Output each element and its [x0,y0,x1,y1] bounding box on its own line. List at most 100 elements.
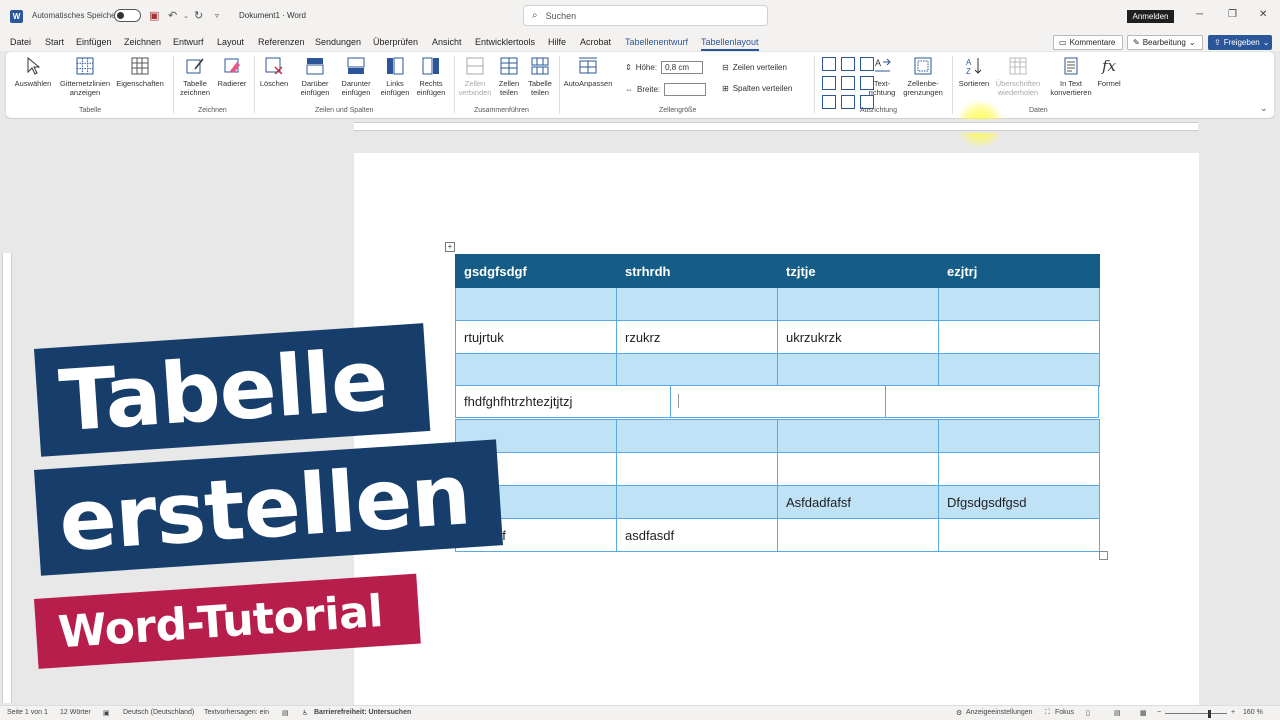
display-settings[interactable]: Anzeigeeinstellungen [966,709,1033,716]
focus-mode[interactable]: Fokus [1055,709,1074,716]
redo-icon[interactable]: ↻ [194,9,203,22]
distribute-cols-button[interactable]: ⊞ Spalten verteilen [722,84,792,93]
table-cell[interactable] [777,287,939,321]
signin-button[interactable]: Anmelden [1127,10,1174,23]
tab-insert[interactable]: Einfügen [76,37,112,47]
zoom-level[interactable]: 160 % [1243,709,1263,716]
table-cell[interactable]: Asfdadfafsf [777,485,939,519]
align-bottom-center-icon[interactable] [841,95,855,109]
autosave-toggle[interactable] [114,9,141,22]
split-cells-button[interactable]: Zellen teilen [494,56,524,97]
text-direction-button[interactable]: A Text-richtung [864,56,900,97]
tab-references[interactable]: Referenzen [258,37,305,47]
cell-margins-button[interactable]: Zellenbe-grenzungen [900,56,946,97]
insert-right-button[interactable]: Rechts einfügen [412,56,450,97]
table-cell[interactable] [616,353,778,387]
table-cell[interactable] [938,353,1100,387]
table-cell[interactable]: fhdfghfhtrzhtezjtjtzj [456,386,670,417]
collapse-ribbon-icon[interactable]: ⌄ [1260,103,1268,114]
tab-draw[interactable]: Zeichnen [124,37,161,47]
tab-table-design[interactable]: Tabellenentwurf [625,37,688,47]
table-cell[interactable] [671,386,885,417]
tab-view[interactable]: Ansicht [432,37,462,47]
maximize-icon[interactable]: ❐ [1228,9,1237,20]
text-predictions-status[interactable]: Textvorhersagen: ein [204,709,269,716]
comments-button[interactable]: ▭ Kommentare [1053,35,1123,50]
table-cell[interactable]: ukrzukrzk [777,320,939,354]
table-cell[interactable] [777,452,939,486]
zoom-in-icon[interactable]: + [1231,709,1235,716]
autofit-button[interactable]: AutoAnpassen [562,56,614,88]
delete-button[interactable]: Löschen [257,56,291,88]
zoom-slider[interactable] [1165,713,1227,714]
table-move-handle-icon[interactable]: + [445,242,455,252]
table-cell[interactable] [938,419,1100,453]
table-cell[interactable] [777,419,939,453]
table-cell[interactable]: rtujrtuk [455,320,617,354]
language-status[interactable]: Deutsch (Deutschland) [123,709,194,716]
web-layout-icon[interactable]: ▦ [1140,709,1147,717]
share-button[interactable]: ⇪ Freigeben ⌄ [1208,35,1272,50]
align-middle-left-icon[interactable] [822,76,836,90]
vertical-ruler[interactable] [2,253,12,703]
convert-to-text-button[interactable]: In Text konvertieren [1046,56,1096,97]
align-bottom-left-icon[interactable] [822,95,836,109]
read-mode-icon[interactable]: ▯ [1086,709,1090,717]
tab-layout[interactable]: Layout [217,37,244,47]
align-top-left-icon[interactable] [822,57,836,71]
table-cell[interactable] [938,287,1100,321]
eraser-button[interactable]: Radierer [214,56,250,88]
height-input[interactable]: 0,8 cm [661,61,704,74]
tab-review[interactable]: Überprüfen [373,37,418,47]
tab-developer[interactable]: Entwicklertools [475,37,535,47]
table-cell[interactable]: rzukrz [616,320,778,354]
gridlines-button[interactable]: Gitternetzlinien anzeigen [56,56,114,97]
table-cell[interactable] [616,485,778,519]
table-cell[interactable]: Dfgsdgsdfgsd [938,485,1100,519]
macro-icon[interactable]: ▤ [282,709,289,717]
insert-left-button[interactable]: Links einfügen [378,56,412,97]
merge-cells-button[interactable]: Zellen verbinden [458,56,492,97]
page-count[interactable]: Seite 1 von 1 [7,709,48,716]
table-cell[interactable]: asdfasdf [616,518,778,552]
table-header-cell[interactable]: ezjtrj [938,254,1100,288]
insert-above-button[interactable]: Darüber einfügen [297,56,333,97]
repeat-headers-button[interactable]: Überschriften wiederholen [992,56,1044,97]
table-cell[interactable] [616,419,778,453]
width-input[interactable] [664,83,707,96]
minimize-icon[interactable]: ─ [1196,9,1203,20]
formula-button[interactable]: fx Formel [1096,56,1122,88]
table-cell[interactable] [777,353,939,387]
tab-table-layout[interactable]: Tabellenlayout [701,37,759,51]
tab-help[interactable]: Hilfe [548,37,566,47]
save-icon[interactable]: ▣ [149,9,159,22]
properties-button[interactable]: Eigenschaften [114,56,166,88]
proofing-icon[interactable]: ▣ [103,709,110,717]
table-cell[interactable] [616,452,778,486]
table-cell[interactable] [886,386,1098,417]
close-icon[interactable]: ✕ [1259,9,1267,20]
align-middle-center-icon[interactable] [841,76,855,90]
search-box[interactable]: ⌕ Suchen [523,5,768,26]
table-header-cell[interactable]: strhrdh [616,254,778,288]
table-cell[interactable] [938,518,1100,552]
word-count[interactable]: 12 Wörter [60,709,91,716]
zoom-out-icon[interactable]: − [1157,709,1161,716]
split-table-button[interactable]: Tabelle teilen [524,56,556,97]
table-cell[interactable] [455,353,617,387]
sort-button[interactable]: AZ Sortieren [956,56,992,88]
table-header-cell[interactable]: gsdgfsdgf [455,254,617,288]
zoom-slider-thumb[interactable] [1208,710,1211,718]
tab-acrobat[interactable]: Acrobat [580,37,611,47]
accessibility-status[interactable]: Barrierefreiheit: Untersuchen [314,709,411,716]
tab-home[interactable]: Start [45,37,64,47]
tab-design[interactable]: Entwurf [173,37,204,47]
tab-mailings[interactable]: Sendungen [315,37,361,47]
table-header-cell[interactable]: tzjtje [777,254,939,288]
table-resize-handle-icon[interactable] [1099,551,1108,560]
draw-table-button[interactable]: Tabelle zeichnen [176,56,214,97]
distribute-rows-button[interactable]: ⊟ Zeilen verteilen [722,63,787,72]
insert-below-button[interactable]: Darunter einfügen [336,56,376,97]
print-layout-icon[interactable]: ▤ [1114,709,1121,717]
undo-icon[interactable]: ↶ [168,9,177,22]
